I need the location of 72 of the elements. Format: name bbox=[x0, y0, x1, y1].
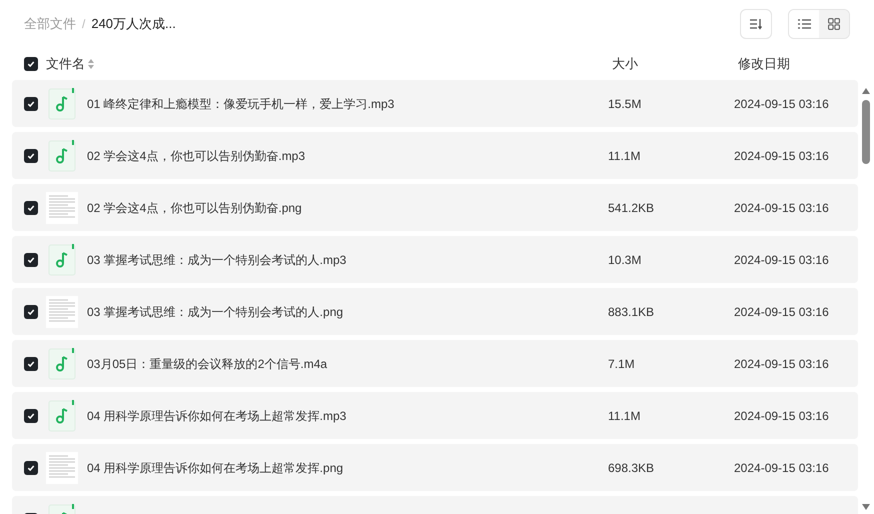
file-name: 01 峰终定律和上瘾模型：像爱玩手机一样，爱上学习.mp3 bbox=[87, 96, 394, 112]
file-row[interactable]: 02 学会这4点，你也可以告别伪勤奋.png 541.2KB 2024-09-15 03:16 bbox=[12, 184, 858, 231]
file-name: 03 掌握考试思维：成为一个特别会考试的人.mp3 bbox=[87, 252, 346, 268]
sort-lines-icon bbox=[749, 18, 763, 30]
file-size: 15.5M bbox=[608, 96, 642, 112]
file-name: 02 学会这4点，你也可以告别伪勤奋.mp3 bbox=[87, 148, 306, 164]
column-header[interactable]: 文件名 bbox=[46, 54, 85, 74]
checkbox[interactable] bbox=[24, 408, 38, 422]
file-row[interactable]: 01 峰终定律和上瘾模型：像爱玩手机一样，爱上学习.mp3 15.5M 2024-09-15 03:16 bbox=[12, 80, 858, 127]
audio-file-icon bbox=[48, 400, 76, 432]
checkbox[interactable] bbox=[24, 200, 38, 214]
column-header: 大小 bbox=[612, 55, 639, 74]
checkmark-icon bbox=[27, 60, 35, 68]
modified-date: 2024-09-15 03:16 bbox=[734, 356, 830, 372]
modified-date: 2024-09-15 03:16 bbox=[734, 148, 830, 164]
audio-file-icon bbox=[48, 348, 76, 380]
checkmark-icon bbox=[27, 412, 35, 420]
file-name: 04 用科学原理告诉你如何在考场上超常发挥.png bbox=[87, 460, 344, 476]
checkmark-icon bbox=[27, 204, 35, 212]
checkbox[interactable] bbox=[24, 356, 38, 370]
grid-icon bbox=[828, 18, 840, 30]
checkmark-icon bbox=[27, 100, 35, 108]
file-row[interactable]: 03月05日：重量级的会议释放的2个信号.m4a 7.1M 2024-09-15 03:16 bbox=[12, 340, 858, 387]
file-name: 03 掌握考试思维：成为一个特别会考试的人.png bbox=[87, 304, 344, 320]
file-row[interactable]: 03 掌握考试思维：成为一个特别会考试的人.mp3 10.3M 2024-09-15 03:16 bbox=[12, 236, 858, 283]
file-size: 541.2KB bbox=[608, 200, 656, 216]
file-size: 10.3M bbox=[608, 252, 642, 268]
file-row[interactable]: 03 掌握考试思维：成为一个特别会考试的人.png 883.1KB 2024-09-15 03:16 bbox=[12, 288, 858, 335]
file-name: 02 学会这4点，你也可以告别伪勤奋.png bbox=[87, 200, 302, 216]
list-icon bbox=[798, 19, 810, 29]
scrollbar-thumb[interactable] bbox=[862, 100, 870, 164]
checkmark-icon bbox=[27, 308, 35, 316]
checkbox[interactable] bbox=[24, 57, 38, 71]
scroll-up-icon[interactable] bbox=[862, 88, 870, 94]
modified-date: 2024-09-15 03:16 bbox=[734, 460, 830, 476]
file-row[interactable]: 02 学会这4点，你也可以告别伪勤奋.mp3 11.1M 2024-09-15 03:16 bbox=[12, 132, 858, 179]
modified-date: 2024-09-15 03:16 bbox=[734, 200, 830, 216]
file-size: 7.1M bbox=[608, 356, 636, 372]
checkbox[interactable] bbox=[24, 96, 38, 110]
column-header: 修改日期 bbox=[738, 55, 791, 74]
modified-date: 2024-09-15 03:16 bbox=[734, 252, 830, 268]
file-row[interactable]: 04 用科学原理告诉你如何在考场上超常发挥.png 698.3KB 2024-09-15 03:16 bbox=[12, 444, 858, 491]
grid-view-button[interactable] bbox=[819, 10, 849, 38]
audio-file-icon bbox=[48, 140, 76, 172]
modified-date: 2024-09-15 03:16 bbox=[734, 96, 830, 112]
checkbox[interactable] bbox=[24, 304, 38, 318]
checkmark-icon bbox=[27, 360, 35, 368]
checkbox[interactable] bbox=[24, 148, 38, 162]
audio-file-icon bbox=[48, 244, 76, 276]
modified-date: 2024-09-15 03:16 bbox=[734, 304, 830, 320]
file-size: 11.1M bbox=[608, 408, 642, 424]
document-thumbnail bbox=[46, 192, 78, 224]
checkmark-icon bbox=[27, 256, 35, 264]
document-thumbnail bbox=[46, 452, 78, 484]
breadcrumb-separator-icon: / bbox=[82, 15, 86, 33]
checkbox[interactable] bbox=[24, 252, 38, 266]
checkmark-icon bbox=[27, 464, 35, 472]
file-name: 04 用科学原理告诉你如何在考场上超常发挥.mp3 bbox=[87, 408, 346, 424]
breadcrumb-item: 240万人次成... bbox=[91, 15, 176, 34]
file-name: 03月05日：重量级的会议释放的2个信号.m4a bbox=[87, 356, 328, 372]
scroll-down-icon[interactable] bbox=[862, 504, 870, 510]
sort-arrows-icon bbox=[88, 59, 94, 69]
document-thumbnail bbox=[46, 296, 78, 328]
audio-file-icon bbox=[48, 88, 76, 120]
file-size: 698.3KB bbox=[608, 460, 656, 476]
sort-button[interactable] bbox=[740, 9, 772, 39]
checkmark-icon bbox=[27, 152, 35, 160]
file-size: 883.1KB bbox=[608, 304, 656, 320]
file-size: 11.1M bbox=[608, 148, 642, 164]
file-row[interactable]: 04 用科学原理告诉你如何在考场上超常发挥.mp3 11.1M 2024-09-15 03:16 bbox=[12, 392, 858, 439]
checkbox[interactable] bbox=[24, 460, 38, 474]
modified-date: 2024-09-15 03:16 bbox=[734, 408, 830, 424]
